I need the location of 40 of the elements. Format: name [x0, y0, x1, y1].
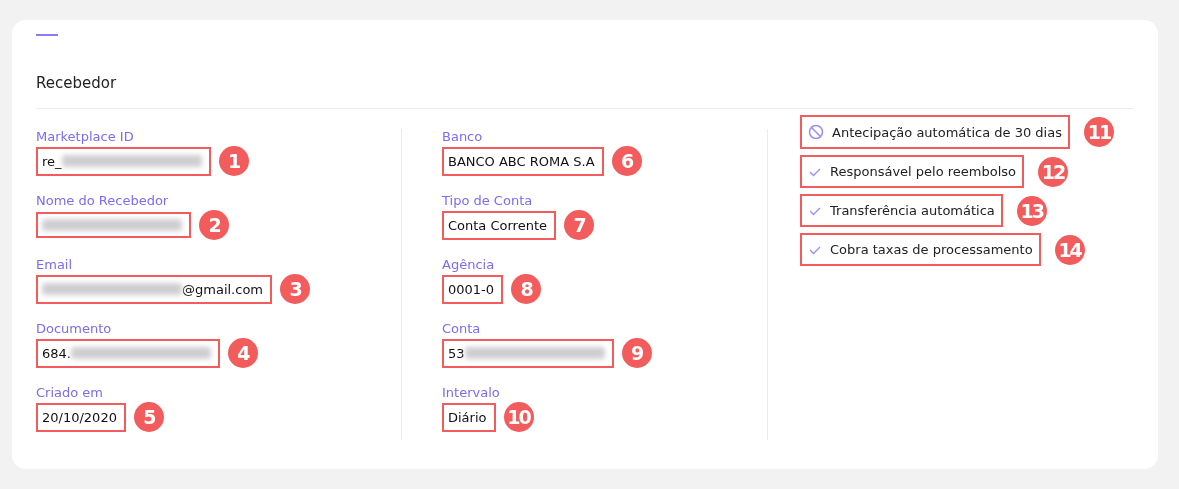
field-label: Conta — [442, 321, 481, 336]
value-text: 684. — [42, 345, 71, 361]
number-marker: 2 — [199, 210, 229, 240]
number-marker: 12 — [1038, 156, 1069, 187]
field-label: Documento — [36, 321, 112, 336]
field-label: Tipo de Conta — [442, 193, 533, 208]
number-marker: 10 — [503, 402, 534, 432]
number-marker: 5 — [133, 402, 164, 432]
field-label: Intervalo — [442, 385, 500, 400]
number-marker: 1 — [218, 146, 249, 176]
value-text: 0001-0 — [448, 281, 495, 297]
field-label: Email — [36, 257, 73, 272]
field-label: Criado em — [36, 385, 103, 400]
value-text: 53 — [448, 345, 465, 361]
field-label: Agência — [442, 257, 495, 272]
number-marker: 13 — [1016, 195, 1047, 226]
number-marker: 14 — [1054, 234, 1085, 265]
value-text: re_ — [42, 153, 62, 169]
value-text: @gmail.com — [182, 281, 263, 297]
accent-line — [36, 34, 58, 36]
field-label: Nome do Recebedor — [36, 193, 169, 208]
value-text: Diário — [448, 409, 487, 425]
value-text: Conta Corrente — [448, 217, 547, 233]
feature-label: Antecipação automática de 30 dias — [832, 124, 1062, 140]
number-marker: 11 — [1083, 117, 1114, 147]
field-label: Marketplace ID — [36, 129, 134, 144]
number-marker: 8 — [511, 274, 542, 304]
feature-label: Transferência automática — [830, 203, 995, 218]
ban-icon — [808, 124, 824, 140]
number-marker: 4 — [227, 338, 258, 368]
field-label: Banco — [442, 129, 483, 144]
feature-label: Responsável pelo reembolso — [830, 164, 1017, 179]
value-text: 20/10/2020 — [42, 409, 117, 425]
feature-label: Cobra taxas de processamento — [830, 242, 1033, 257]
value-text: BANCO ABC ROMA S.A — [448, 153, 595, 169]
number-marker: 7 — [564, 210, 594, 240]
number-marker: 6 — [611, 146, 642, 176]
number-marker: 9 — [621, 338, 652, 368]
section-title: Recebedor — [36, 74, 118, 92]
number-marker: 3 — [280, 274, 310, 304]
